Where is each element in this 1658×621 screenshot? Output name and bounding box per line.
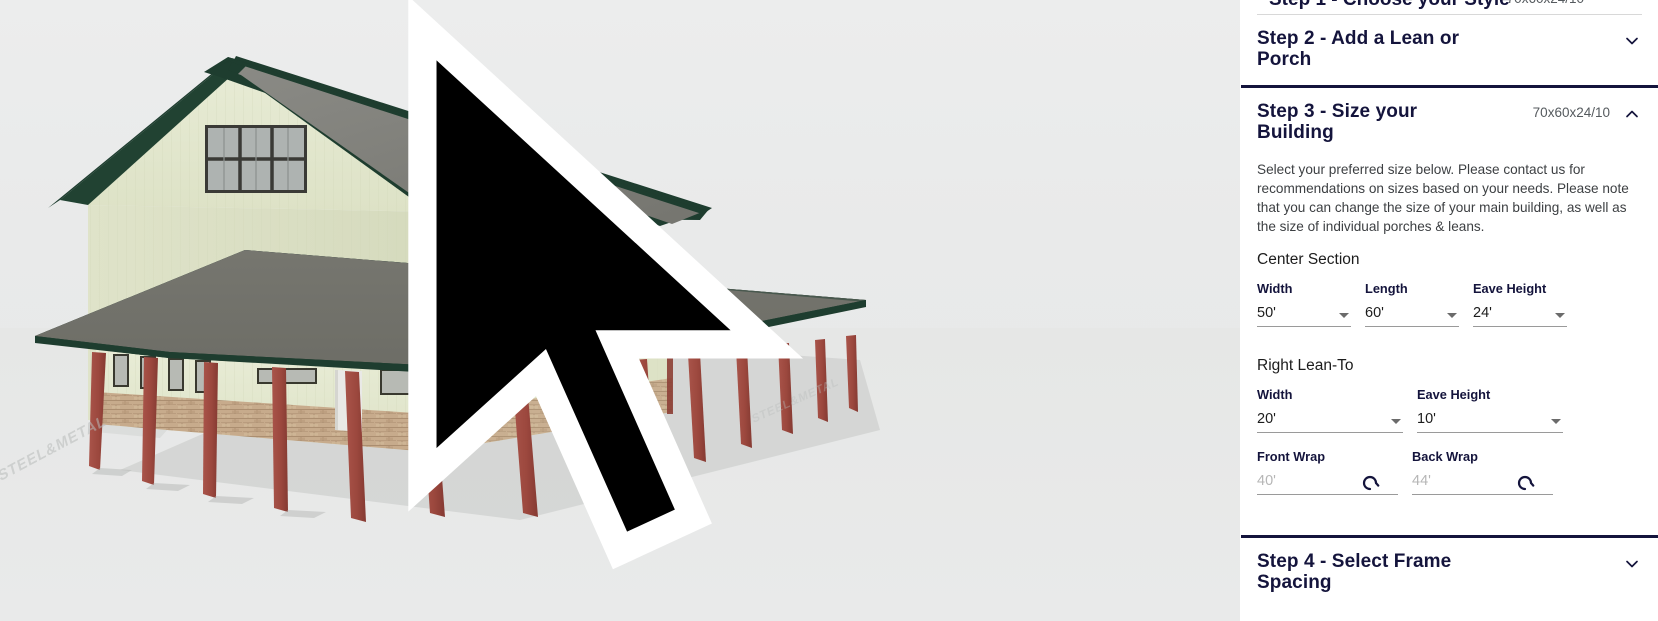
center-width-field[interactable]: Width 50' xyxy=(1257,281,1365,327)
chevron-down-icon[interactable] xyxy=(1551,418,1561,424)
back-wrap-field[interactable]: Back Wrap 44' xyxy=(1412,449,1567,495)
step-1-title: Step 1 - Choose your Style xyxy=(1269,0,1510,11)
center-length-select[interactable]: 60' xyxy=(1365,305,1459,327)
step-3-body: Select your preferred size below. Please… xyxy=(1241,160,1658,535)
center-eave-height-value: 24' xyxy=(1473,304,1492,321)
lean-eave-height-label: Eave Height xyxy=(1417,386,1491,402)
chevron-down-icon[interactable] xyxy=(1391,418,1401,424)
center-length-label: Length xyxy=(1365,280,1408,296)
building-3d-viewport[interactable]: STEEL&METAL STEEL&METAL xyxy=(0,0,1240,621)
configurator-app: STEEL&METAL STEEL&METAL Step 1 - Choose … xyxy=(0,0,1658,621)
step-1-size-label: 70x60x24/10 xyxy=(1507,0,1584,6)
lean-width-field[interactable]: Width 20' xyxy=(1257,387,1417,433)
arrow-cursor xyxy=(408,0,804,570)
lean-width-label: Width xyxy=(1257,386,1293,402)
step-3-description: Select your preferred size below. Please… xyxy=(1257,161,1629,235)
front-wrap-label: Front Wrap xyxy=(1257,448,1326,464)
center-section-heading: Center Section xyxy=(1257,250,1360,268)
chevron-down-icon[interactable] xyxy=(1339,312,1349,318)
chevron-down-icon[interactable] xyxy=(1624,33,1640,49)
front-wrap-field[interactable]: Front Wrap 40' xyxy=(1257,449,1412,495)
center-width-select[interactable]: 50' xyxy=(1257,305,1351,327)
wrap-fields: Front Wrap 40' Back Wrap 44' xyxy=(1257,449,1642,495)
accordion-step-1-partial[interactable]: Step 1 - Choose your Style 70x60x24/10 xyxy=(1241,0,1658,14)
lean-width-value: 20' xyxy=(1257,410,1276,427)
center-length-field[interactable]: Length 60' xyxy=(1365,281,1473,327)
back-wrap-value: 44' xyxy=(1412,472,1431,489)
accordion-step-3-header[interactable]: Step 3 - Size your Building 70x60x24/10 xyxy=(1241,87,1658,158)
accordion-step-2-header[interactable]: Step 2 - Add a Lean or Porch xyxy=(1241,15,1658,85)
loading-spinner-icon xyxy=(1360,473,1380,493)
step-3-size-label: 70x60x24/10 xyxy=(1532,104,1610,120)
chevron-down-icon[interactable] xyxy=(1555,312,1565,318)
back-wrap-label: Back Wrap xyxy=(1412,448,1478,464)
center-eave-height-select[interactable]: 24' xyxy=(1473,305,1567,327)
center-width-value: 50' xyxy=(1257,304,1276,321)
center-length-value: 60' xyxy=(1365,304,1384,321)
chevron-down-icon[interactable] xyxy=(1624,556,1640,572)
loading-spinner-icon xyxy=(1515,473,1535,493)
accordion-step-4-header[interactable]: Step 4 - Select Frame Spacing xyxy=(1241,537,1658,608)
lean-eave-height-field[interactable]: Eave Height 10' xyxy=(1417,387,1577,433)
back-wrap-select[interactable]: 44' xyxy=(1412,473,1553,495)
chevron-up-icon[interactable] xyxy=(1624,106,1640,122)
center-eave-height-label: Eave Height xyxy=(1473,280,1547,296)
step-4-title: Step 4 - Select Frame Spacing xyxy=(1257,550,1452,593)
center-section-fields: Width 50' Length 60' Eave Height 24' xyxy=(1257,281,1642,327)
chevron-down-icon[interactable] xyxy=(1447,312,1457,318)
center-width-label: Width xyxy=(1257,280,1293,296)
center-eave-height-field[interactable]: Eave Height 24' xyxy=(1473,281,1581,327)
configurator-side-panel[interactable]: Step 1 - Choose your Style 70x60x24/10 S… xyxy=(1240,0,1658,621)
lean-eave-height-value: 10' xyxy=(1417,410,1436,427)
step-2-title: Step 2 - Add a Lean or Porch xyxy=(1257,28,1460,70)
step-3-title: Step 3 - Size your Building xyxy=(1257,100,1418,143)
front-wrap-value: 40' xyxy=(1257,472,1276,489)
right-lean-to-heading: Right Lean-To xyxy=(1257,356,1354,374)
right-lean-to-fields: Width 20' Eave Height 10' xyxy=(1257,387,1642,433)
front-wrap-select[interactable]: 40' xyxy=(1257,473,1398,495)
lean-width-select[interactable]: 20' xyxy=(1257,411,1403,433)
lean-eave-height-select[interactable]: 10' xyxy=(1417,411,1563,433)
